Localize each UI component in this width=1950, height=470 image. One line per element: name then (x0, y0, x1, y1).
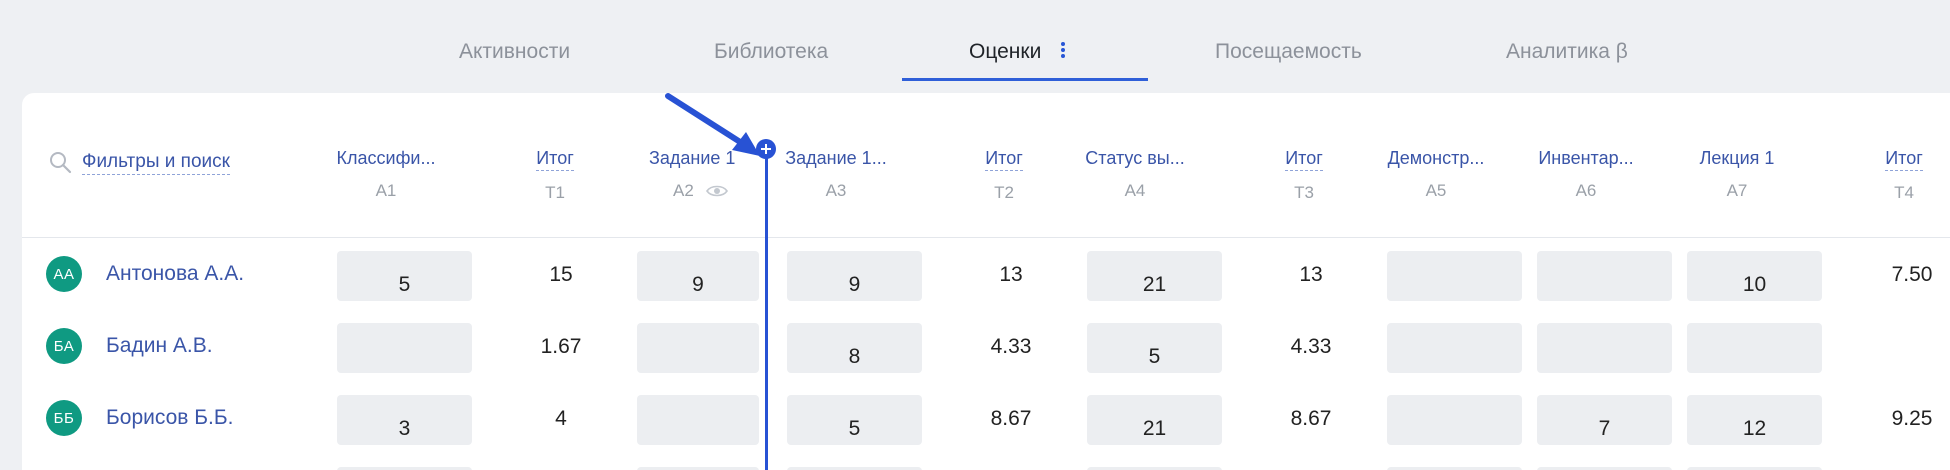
column-header-a5[interactable]: Демонстр... A5 (1361, 148, 1511, 201)
total-value: 4.33 (1290, 335, 1332, 358)
column-code: A2 (649, 181, 762, 201)
column-code: A4 (1124, 181, 1146, 200)
arrow-icon (665, 93, 760, 156)
more-vertical-icon[interactable] (1061, 40, 1066, 60)
total-value: 13 (1299, 263, 1323, 286)
grade-cell[interactable] (1537, 323, 1672, 373)
grade-cell[interactable] (337, 323, 472, 373)
filter-search-label: Фильтры и поиск (82, 151, 230, 175)
column-title: Задание 1... (785, 148, 887, 168)
column-code: A3 (825, 181, 847, 200)
grade-cell[interactable]: 9 (637, 251, 759, 301)
grade-cell[interactable]: 7 (1537, 395, 1672, 445)
grade-cell[interactable] (637, 395, 759, 445)
student-name[interactable]: Антонова А.А. (106, 262, 244, 286)
column-code: T4 (1894, 183, 1914, 202)
column-code: A6 (1575, 181, 1597, 200)
tab-bar: Активности Библиотека Оценки Посещаемост… (0, 0, 1950, 92)
filter-search-button[interactable]: Фильтры и поиск (48, 150, 230, 176)
grade-cell[interactable]: 10 (1687, 251, 1822, 301)
column-title: Итог (536, 148, 574, 171)
column-header-t1[interactable]: Итог T1 (480, 148, 630, 203)
total-value: 9.25 (1891, 407, 1933, 430)
grade-cell[interactable]: 21 (1087, 395, 1222, 445)
column-code: A5 (1425, 181, 1447, 200)
column-title: Демонстр... (1387, 148, 1485, 168)
student-row-header: ББ Борисов Б.Б. (46, 400, 234, 436)
column-header-t3[interactable]: Итог T3 (1229, 148, 1379, 203)
tab-library[interactable]: Библиотека (714, 40, 828, 64)
column-code: A7 (1726, 181, 1748, 200)
grade-cell[interactable]: 9 (787, 251, 922, 301)
grade-cell[interactable] (1537, 251, 1672, 301)
avatar: БА (46, 328, 82, 364)
column-code: A1 (375, 181, 397, 200)
tab-attendance[interactable]: Посещаемость (1215, 40, 1362, 64)
column-header-a6[interactable]: Инвентар... A6 (1511, 148, 1661, 201)
grade-cell[interactable]: 5 (1087, 323, 1222, 373)
active-tab-indicator (902, 78, 1148, 81)
search-icon (50, 152, 72, 174)
column-header-t4[interactable]: Итог T4 (1829, 148, 1950, 203)
tab-analytics[interactable]: Аналитика β (1506, 40, 1628, 64)
column-code: T2 (994, 183, 1014, 202)
total-value: 4.33 (990, 335, 1032, 358)
student-row-header: БА Бадин А.В. (46, 328, 213, 364)
grade-cell[interactable]: 8 (787, 323, 922, 373)
total-value: 8.67 (1290, 407, 1332, 430)
grade-cell[interactable] (637, 323, 759, 373)
column-title: Лекция 1 (1699, 148, 1775, 168)
column-header-a1[interactable]: Классифи... A1 (311, 148, 461, 201)
column-insert-line[interactable] (765, 150, 768, 470)
column-header-a3[interactable]: Задание 1... A3 (761, 148, 911, 201)
grade-cell[interactable] (1387, 323, 1522, 373)
grade-cell[interactable]: 21 (1087, 251, 1222, 301)
header-divider (22, 237, 1950, 238)
column-title: Статус вы... (1085, 148, 1185, 168)
total-value: 13 (999, 263, 1023, 286)
column-title: Итог (1885, 148, 1923, 171)
grade-cell[interactable]: 3 (337, 395, 472, 445)
column-code: T3 (1294, 183, 1314, 202)
student-name[interactable]: Борисов Б.Б. (106, 406, 234, 430)
grade-cell[interactable] (1387, 251, 1522, 301)
column-header-a7[interactable]: Лекция 1 A7 (1662, 148, 1812, 201)
avatar: АА (46, 256, 82, 292)
tab-activities[interactable]: Активности (459, 40, 570, 64)
avatar: ББ (46, 400, 82, 436)
eye-icon[interactable] (705, 184, 728, 198)
grade-cell[interactable] (1387, 395, 1522, 445)
column-code: T1 (545, 183, 565, 202)
grade-cell[interactable]: 5 (337, 251, 472, 301)
grade-cell[interactable]: 5 (787, 395, 922, 445)
grade-cell[interactable] (1687, 323, 1822, 373)
column-header-a4[interactable]: Статус вы... A4 (1060, 148, 1210, 201)
total-value: 1.67 (540, 335, 582, 358)
total-value: 4 (555, 407, 567, 430)
column-header-t2[interactable]: Итог T2 (929, 148, 1079, 203)
tab-grades-label: Оценки (969, 40, 1042, 63)
column-title: Итог (1285, 148, 1323, 171)
total-value: 15 (549, 263, 573, 286)
student-name[interactable]: Бадин А.В. (106, 334, 213, 358)
column-title: Инвентар... (1538, 148, 1634, 168)
column-title: Классифи... (336, 148, 436, 168)
total-value: 7.50 (1891, 263, 1933, 286)
column-title: Итог (985, 148, 1023, 171)
grade-cell[interactable]: 12 (1687, 395, 1822, 445)
tab-grades[interactable]: Оценки (969, 40, 1066, 64)
student-row-header: АА Антонова А.А. (46, 256, 244, 292)
total-value: 8.67 (990, 407, 1032, 430)
